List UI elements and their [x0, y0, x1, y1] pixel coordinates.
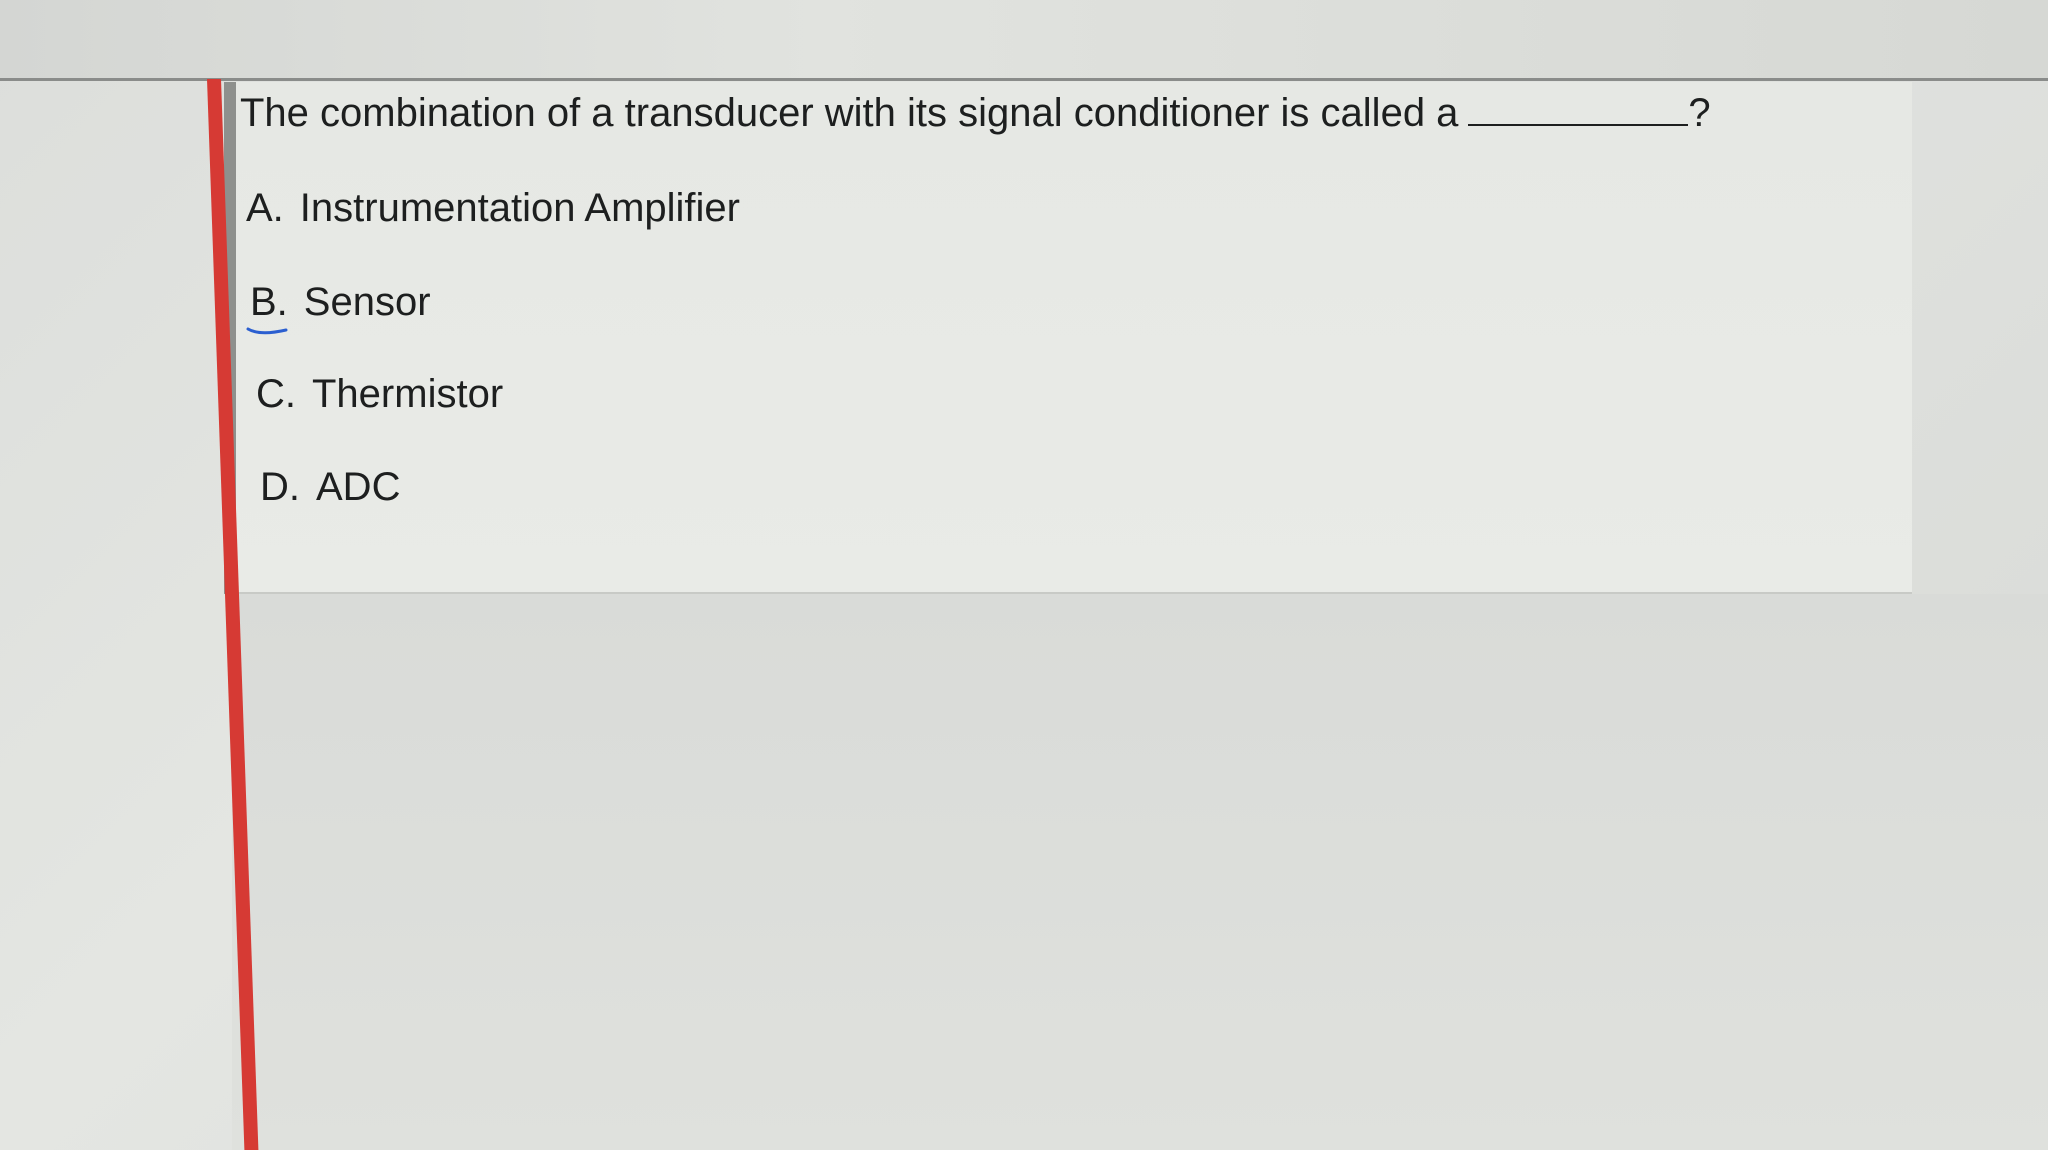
option-label: ADC: [316, 465, 401, 509]
option-label: Sensor: [303, 280, 431, 324]
option-a[interactable]: A. Instrumentation Amplifier: [246, 186, 740, 231]
option-letter: A.: [246, 186, 284, 230]
option-b[interactable]: B. Sensor: [250, 280, 431, 325]
question-text: The combination of a transducer with its…: [240, 88, 1711, 136]
option-c[interactable]: C. Thermistor: [256, 372, 503, 417]
question-prompt: The combination of a transducer with its…: [240, 91, 1459, 135]
top-divider: [0, 78, 2048, 81]
option-label: Thermistor: [312, 372, 504, 416]
lower-content-area: [232, 594, 2048, 1150]
question-panel: [224, 82, 1912, 594]
option-letter: C.: [256, 372, 296, 416]
option-letter: B.: [250, 280, 288, 324]
option-label: Instrumentation Amplifier: [299, 186, 740, 230]
option-d[interactable]: D. ADC: [260, 465, 400, 510]
question-mark: ?: [1688, 91, 1711, 135]
answer-blank: [1468, 88, 1689, 126]
pen-underline-mark: [246, 327, 288, 335]
option-letter: D.: [260, 465, 300, 509]
top-strip: [0, 0, 2048, 78]
